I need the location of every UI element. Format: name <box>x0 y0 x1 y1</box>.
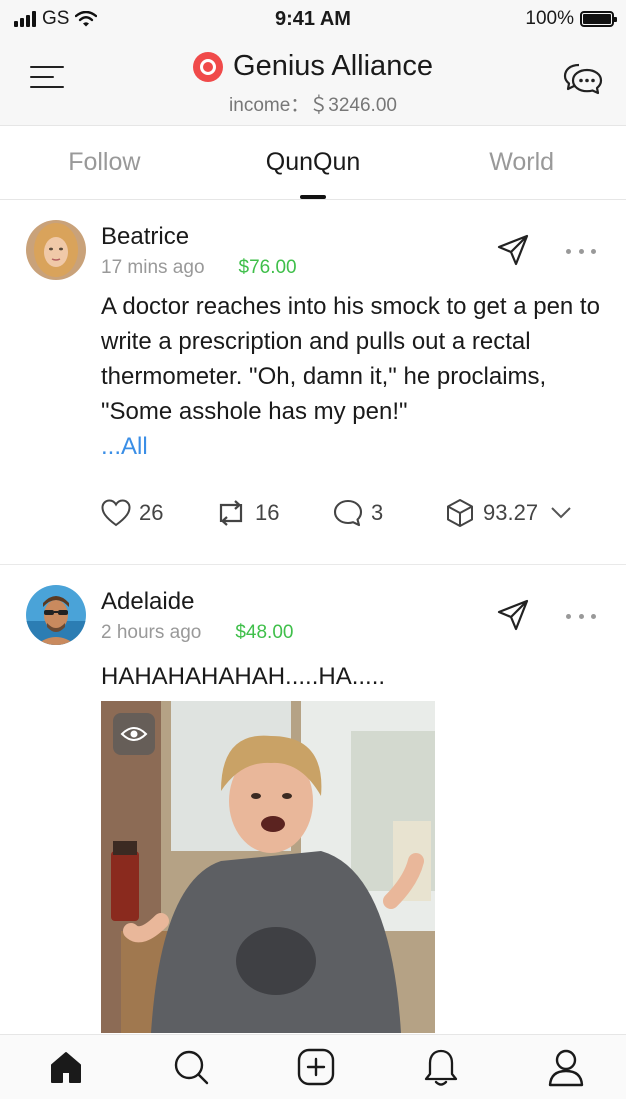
send-icon[interactable] <box>496 233 530 267</box>
post-text: A doctor reaches into his smock to get a… <box>101 289 601 464</box>
tab-follow[interactable]: Follow <box>0 126 209 199</box>
post-text: HAHAHAHAHAH.....HA..... <box>101 659 601 694</box>
comment-button[interactable]: 3 <box>333 499 445 527</box>
chat-bubbles-icon[interactable] <box>562 60 604 96</box>
post-meta: 17 mins ago $76.00 <box>101 257 297 279</box>
brand: Genius Alliance <box>0 50 626 83</box>
post-actions: 26 16 3 93.27 <box>101 498 581 528</box>
feed-tabs: Follow QunQun World <box>0 126 626 200</box>
avatar[interactable] <box>26 220 86 280</box>
more-options-icon[interactable] <box>566 611 596 621</box>
income-label: income：＄3246.00 <box>229 95 397 116</box>
tab-qunqun[interactable]: QunQun <box>209 126 418 199</box>
post-body: A doctor reaches into his smock to get a… <box>101 293 600 425</box>
search-icon <box>174 1050 209 1085</box>
eye-icon[interactable] <box>113 713 155 755</box>
add-post-icon <box>297 1048 335 1086</box>
repost-icon <box>219 500 243 526</box>
status-bar: GS 9:41 AM 100% <box>0 0 626 38</box>
post-meta: 2 hours ago $48.00 <box>101 622 293 644</box>
avatar[interactable] <box>26 585 86 645</box>
value-button[interactable]: 93.27 <box>445 498 572 528</box>
profile-icon <box>548 1049 584 1087</box>
like-button[interactable]: 26 <box>101 499 215 527</box>
comment-count: 3 <box>371 500 384 525</box>
nav-add-post[interactable] <box>294 1045 338 1089</box>
post-reward: $48.00 <box>235 622 294 643</box>
post-reward: $76.00 <box>238 257 297 278</box>
tab-world[interactable]: World <box>417 126 626 199</box>
send-icon[interactable] <box>496 598 530 632</box>
battery-icon <box>580 11 617 27</box>
post-photo[interactable] <box>101 701 435 1033</box>
app-header: Genius Alliance income：＄3246.00 <box>0 38 626 126</box>
nav-search[interactable] <box>169 1045 213 1089</box>
more-options-icon[interactable] <box>566 246 596 256</box>
comment-icon <box>333 499 363 527</box>
repost-button[interactable]: 16 <box>215 500 333 526</box>
post-card: Beatrice 17 mins ago $76.00 A doctor rea… <box>0 200 626 564</box>
nav-notifications[interactable] <box>419 1045 463 1089</box>
page-title: Genius Alliance <box>233 50 433 82</box>
brand-logo-icon <box>193 51 224 82</box>
cube-icon <box>447 499 473 527</box>
repost-count: 16 <box>255 500 280 525</box>
value-amount: 93.27 <box>483 500 539 525</box>
post-time: 2 hours ago <box>101 622 202 643</box>
post-username[interactable]: Beatrice <box>101 223 189 251</box>
post-username[interactable]: Adelaide <box>101 588 194 616</box>
battery-group: 100% <box>525 8 617 30</box>
read-all-link[interactable]: ...All <box>101 433 148 460</box>
bottom-nav <box>0 1034 626 1099</box>
home-icon <box>51 1052 81 1083</box>
post-card: Adelaide 2 hours ago $48.00 HAHAHAHAHAH.… <box>0 565 626 1034</box>
like-count: 26 <box>139 500 164 525</box>
post-body: HAHAHAHAHAH.....HA..... <box>101 663 386 690</box>
chevron-down-icon[interactable] <box>550 506 572 520</box>
post-time: 17 mins ago <box>101 257 205 278</box>
heart-icon <box>101 499 131 527</box>
bell-icon <box>424 1049 458 1086</box>
battery-percent: 100% <box>525 8 574 29</box>
nav-profile[interactable] <box>544 1045 588 1089</box>
nav-home[interactable] <box>44 1045 88 1089</box>
